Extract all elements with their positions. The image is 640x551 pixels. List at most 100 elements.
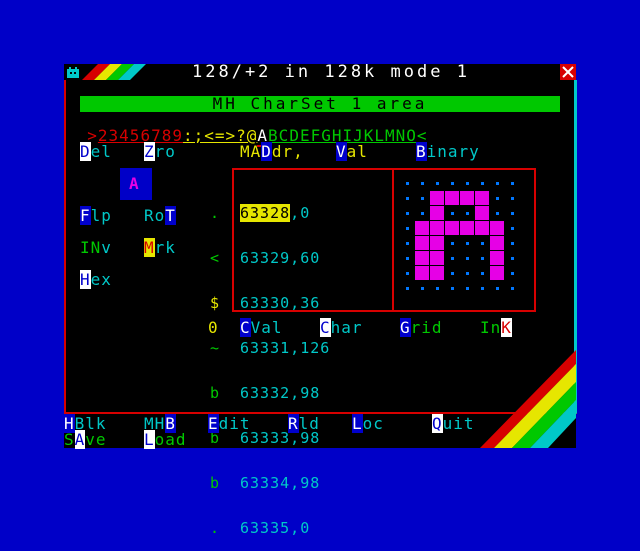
char-option[interactable]: Char <box>320 318 363 337</box>
pixel-off[interactable] <box>466 272 469 275</box>
pixel-off[interactable] <box>496 197 499 200</box>
pixel-off[interactable] <box>481 242 484 245</box>
pixel-on[interactable] <box>490 266 504 280</box>
pixel-off[interactable] <box>466 287 469 290</box>
memory-row[interactable]: 63330,36 <box>240 296 330 311</box>
pixel-off[interactable] <box>496 287 499 290</box>
zero-button[interactable]: Zro <box>144 142 176 161</box>
cval-option[interactable]: CVal <box>240 318 283 337</box>
reload-button[interactable]: Rld <box>288 414 320 433</box>
pixel-off[interactable] <box>421 182 424 185</box>
binary-button[interactable]: Binary <box>416 142 480 161</box>
pixel-off[interactable] <box>511 227 514 230</box>
quit-button[interactable]: Quit <box>432 414 475 433</box>
pixel-off[interactable] <box>466 257 469 260</box>
pixel-on[interactable] <box>430 236 444 250</box>
pixel-off[interactable] <box>436 182 439 185</box>
pixel-off[interactable] <box>481 287 484 290</box>
pixel-on[interactable] <box>490 221 504 235</box>
pixel-off[interactable] <box>466 182 469 185</box>
pixel-on[interactable] <box>415 266 429 280</box>
pixel-off[interactable] <box>406 287 409 290</box>
pixel-off[interactable] <box>511 272 514 275</box>
pixel-off[interactable] <box>451 257 454 260</box>
pixel-off[interactable] <box>481 272 484 275</box>
value-button[interactable]: Val <box>336 142 368 161</box>
memory-list[interactable]: 63328,0 63329,60 63330,36 63331,126 6333… <box>240 176 330 551</box>
pixel-off[interactable] <box>511 212 514 215</box>
pixel-on[interactable] <box>430 266 444 280</box>
flip-button[interactable]: Flp <box>80 206 112 225</box>
pixel-on[interactable] <box>430 206 444 220</box>
maddr-button[interactable]: MADdr, <box>240 142 304 161</box>
grid-option[interactable]: Grid <box>400 318 443 337</box>
pixel-off[interactable] <box>436 287 439 290</box>
memory-row[interactable]: 63328,0 <box>240 204 330 222</box>
edit-button[interactable]: Edit <box>208 414 251 433</box>
memory-row[interactable]: 63332,98 <box>240 386 330 401</box>
pixel-on[interactable] <box>415 251 429 265</box>
pixel-on[interactable] <box>460 191 474 205</box>
pixel-off[interactable] <box>511 197 514 200</box>
pixel-on[interactable] <box>490 251 504 265</box>
invert-button[interactable]: INv <box>80 240 112 256</box>
memory-row[interactable]: 63335,0 <box>240 521 330 536</box>
pixel-off[interactable] <box>421 287 424 290</box>
pixel-off[interactable] <box>406 197 409 200</box>
memory-row[interactable]: 63329,60 <box>240 251 330 266</box>
pixel-on[interactable] <box>430 251 444 265</box>
pixel-off[interactable] <box>496 182 499 185</box>
pixel-off[interactable] <box>496 212 499 215</box>
pixel-on[interactable] <box>475 221 489 235</box>
ink-option[interactable]: InK <box>480 318 512 337</box>
pixel-on[interactable] <box>415 236 429 250</box>
pixel-on[interactable] <box>430 221 444 235</box>
bitmap-grid[interactable] <box>400 176 520 296</box>
pixel-off[interactable] <box>406 242 409 245</box>
pixel-on[interactable] <box>490 236 504 250</box>
mark-button[interactable]: Mrk <box>144 238 176 257</box>
pixel-on[interactable] <box>460 221 474 235</box>
delete-button[interactable]: Del <box>80 142 112 161</box>
zero-option[interactable]: 0 <box>208 320 219 336</box>
load-button[interactable]: Load <box>144 430 187 449</box>
pixel-off[interactable] <box>421 212 424 215</box>
locate-button[interactable]: Loc <box>352 414 384 433</box>
close-icon <box>562 66 574 78</box>
memory-row[interactable]: 63334,98 <box>240 476 330 491</box>
pixel-off[interactable] <box>421 197 424 200</box>
app-icon[interactable] <box>66 65 80 79</box>
pixel-off[interactable] <box>406 212 409 215</box>
pixel-on[interactable] <box>475 191 489 205</box>
pixel-on[interactable] <box>415 221 429 235</box>
character-strip[interactable]: >23456789:;<=>?@ABCDEFGHIJKLMNO< <box>66 112 428 147</box>
pixel-off[interactable] <box>511 242 514 245</box>
pixel-off[interactable] <box>406 257 409 260</box>
pixel-off[interactable] <box>466 242 469 245</box>
save-button[interactable]: SAve <box>64 430 107 449</box>
pixel-off[interactable] <box>451 272 454 275</box>
pixel-on[interactable] <box>445 191 459 205</box>
pixel-on[interactable] <box>430 191 444 205</box>
title-bar: 128/+2 in 128k mode 1 <box>64 64 576 81</box>
pixel-off[interactable] <box>466 212 469 215</box>
hex-button[interactable]: Hex <box>80 270 112 289</box>
pixel-off[interactable] <box>406 272 409 275</box>
pixel-off[interactable] <box>451 182 454 185</box>
memory-row[interactable]: 63331,126 <box>240 341 330 356</box>
pixel-off[interactable] <box>511 182 514 185</box>
rotate-button[interactable]: RoT <box>144 206 176 225</box>
close-button[interactable] <box>560 64 576 80</box>
pixel-off[interactable] <box>406 227 409 230</box>
pixel-off[interactable] <box>451 287 454 290</box>
pixel-on[interactable] <box>475 206 489 220</box>
pixel-off[interactable] <box>451 242 454 245</box>
pixel-off[interactable] <box>481 257 484 260</box>
pixel-off[interactable] <box>406 182 409 185</box>
memory-row[interactable]: 63333,98 <box>240 431 330 446</box>
pixel-off[interactable] <box>511 257 514 260</box>
pixel-on[interactable] <box>445 221 459 235</box>
pixel-off[interactable] <box>481 182 484 185</box>
pixel-off[interactable] <box>511 287 514 290</box>
pixel-off[interactable] <box>451 212 454 215</box>
